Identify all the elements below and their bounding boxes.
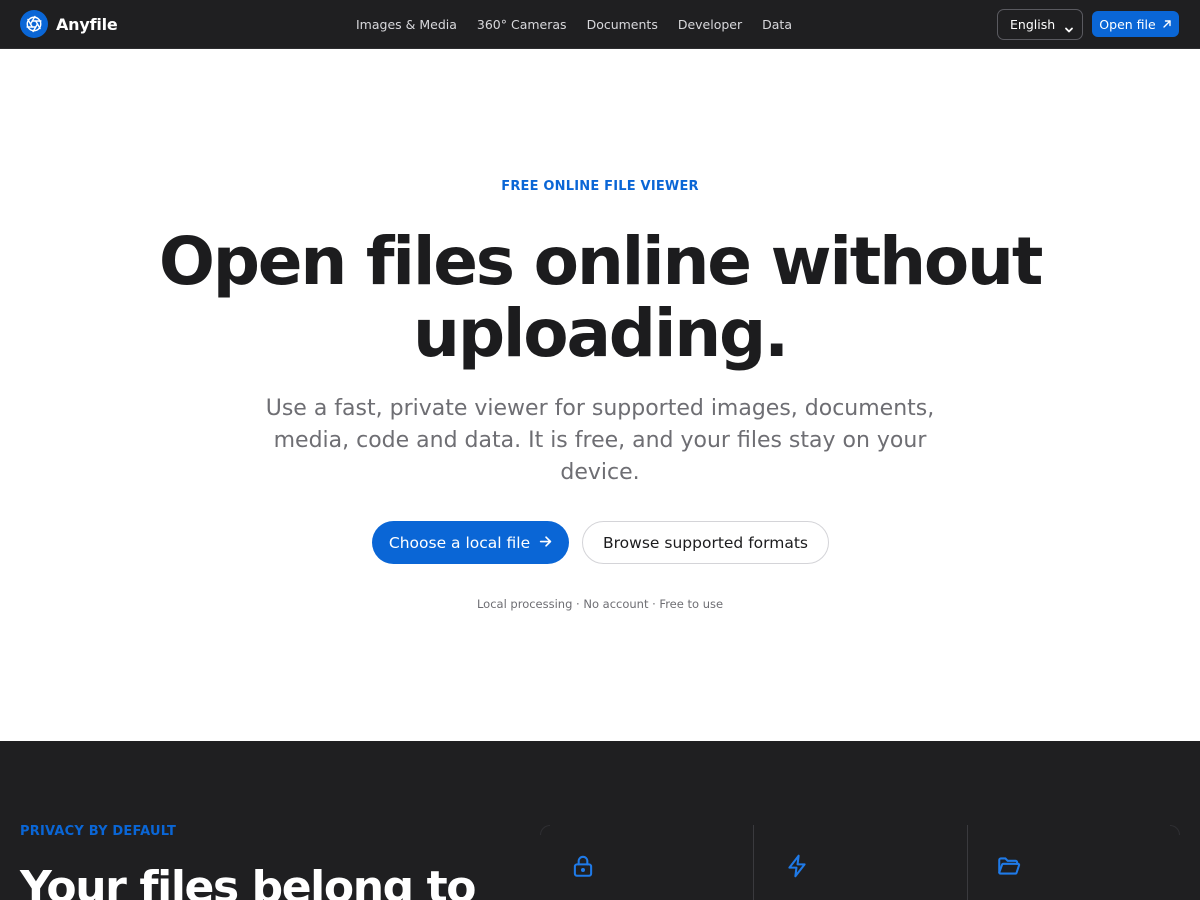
open-file-label: Open file (1099, 16, 1156, 32)
nav-link-developer[interactable]: Developer (678, 17, 742, 32)
arrow-right-icon (539, 534, 552, 552)
nav-link-data[interactable]: Data (762, 17, 792, 32)
folder-open-icon (996, 853, 1022, 879)
lightning-icon (784, 853, 810, 879)
aperture-logo-icon (20, 10, 48, 38)
hero-cta-row: Choose a local file Browse supported for… (372, 521, 829, 564)
choose-local-file-button[interactable]: Choose a local file (372, 521, 569, 564)
main-nav: Images & Media 360° Cameras Documents De… (356, 0, 792, 48)
chevron-down-icon (1064, 20, 1074, 32)
brand-home-link[interactable]: Anyfile (20, 10, 118, 38)
privacy-title: Your files belong to (20, 862, 477, 900)
arrow-up-right-icon (1162, 17, 1172, 32)
hero-headline: Open files online without uploading. (150, 226, 1050, 370)
nav-link-images-media[interactable]: Images & Media (356, 17, 457, 32)
hero-headline-line-2: uploading. (413, 295, 789, 372)
open-file-button[interactable]: Open file (1092, 11, 1179, 37)
feature-card-speed (753, 825, 967, 900)
language-selected-value: English (1010, 17, 1056, 32)
choose-local-file-label: Choose a local file (388, 533, 531, 552)
nav-link-documents[interactable]: Documents (587, 17, 658, 32)
hero-meta-text: Local processing · No account · Free to … (476, 597, 724, 611)
language-select[interactable]: English (997, 9, 1083, 40)
hero-eyebrow: FREE ONLINE FILE VIEWER (501, 179, 699, 194)
hero-headline-line-1: Open files online without (158, 223, 1044, 300)
feature-card-local-files (967, 825, 1180, 900)
brand-name: Anyfile (56, 14, 118, 34)
privacy-feature-grid (540, 825, 1180, 900)
top-nav-bar: Anyfile Images & Media 360° Cameras Docu… (0, 0, 1200, 49)
browse-formats-label: Browse supported formats (603, 533, 808, 552)
privacy-eyebrow: PRIVACY BY DEFAULT (20, 824, 177, 839)
feature-card-privacy (540, 825, 753, 900)
hero-section: FREE ONLINE FILE VIEWER Open files onlin… (0, 49, 1200, 741)
lock-icon (570, 853, 596, 879)
hero-lead-text: Use a fast, private viewer for supported… (265, 396, 935, 485)
nav-link-360-cameras[interactable]: 360° Cameras (477, 17, 567, 32)
privacy-section: PRIVACY BY DEFAULT Your files belong to (0, 741, 1200, 900)
browse-supported-formats-button[interactable]: Browse supported formats (582, 521, 829, 564)
